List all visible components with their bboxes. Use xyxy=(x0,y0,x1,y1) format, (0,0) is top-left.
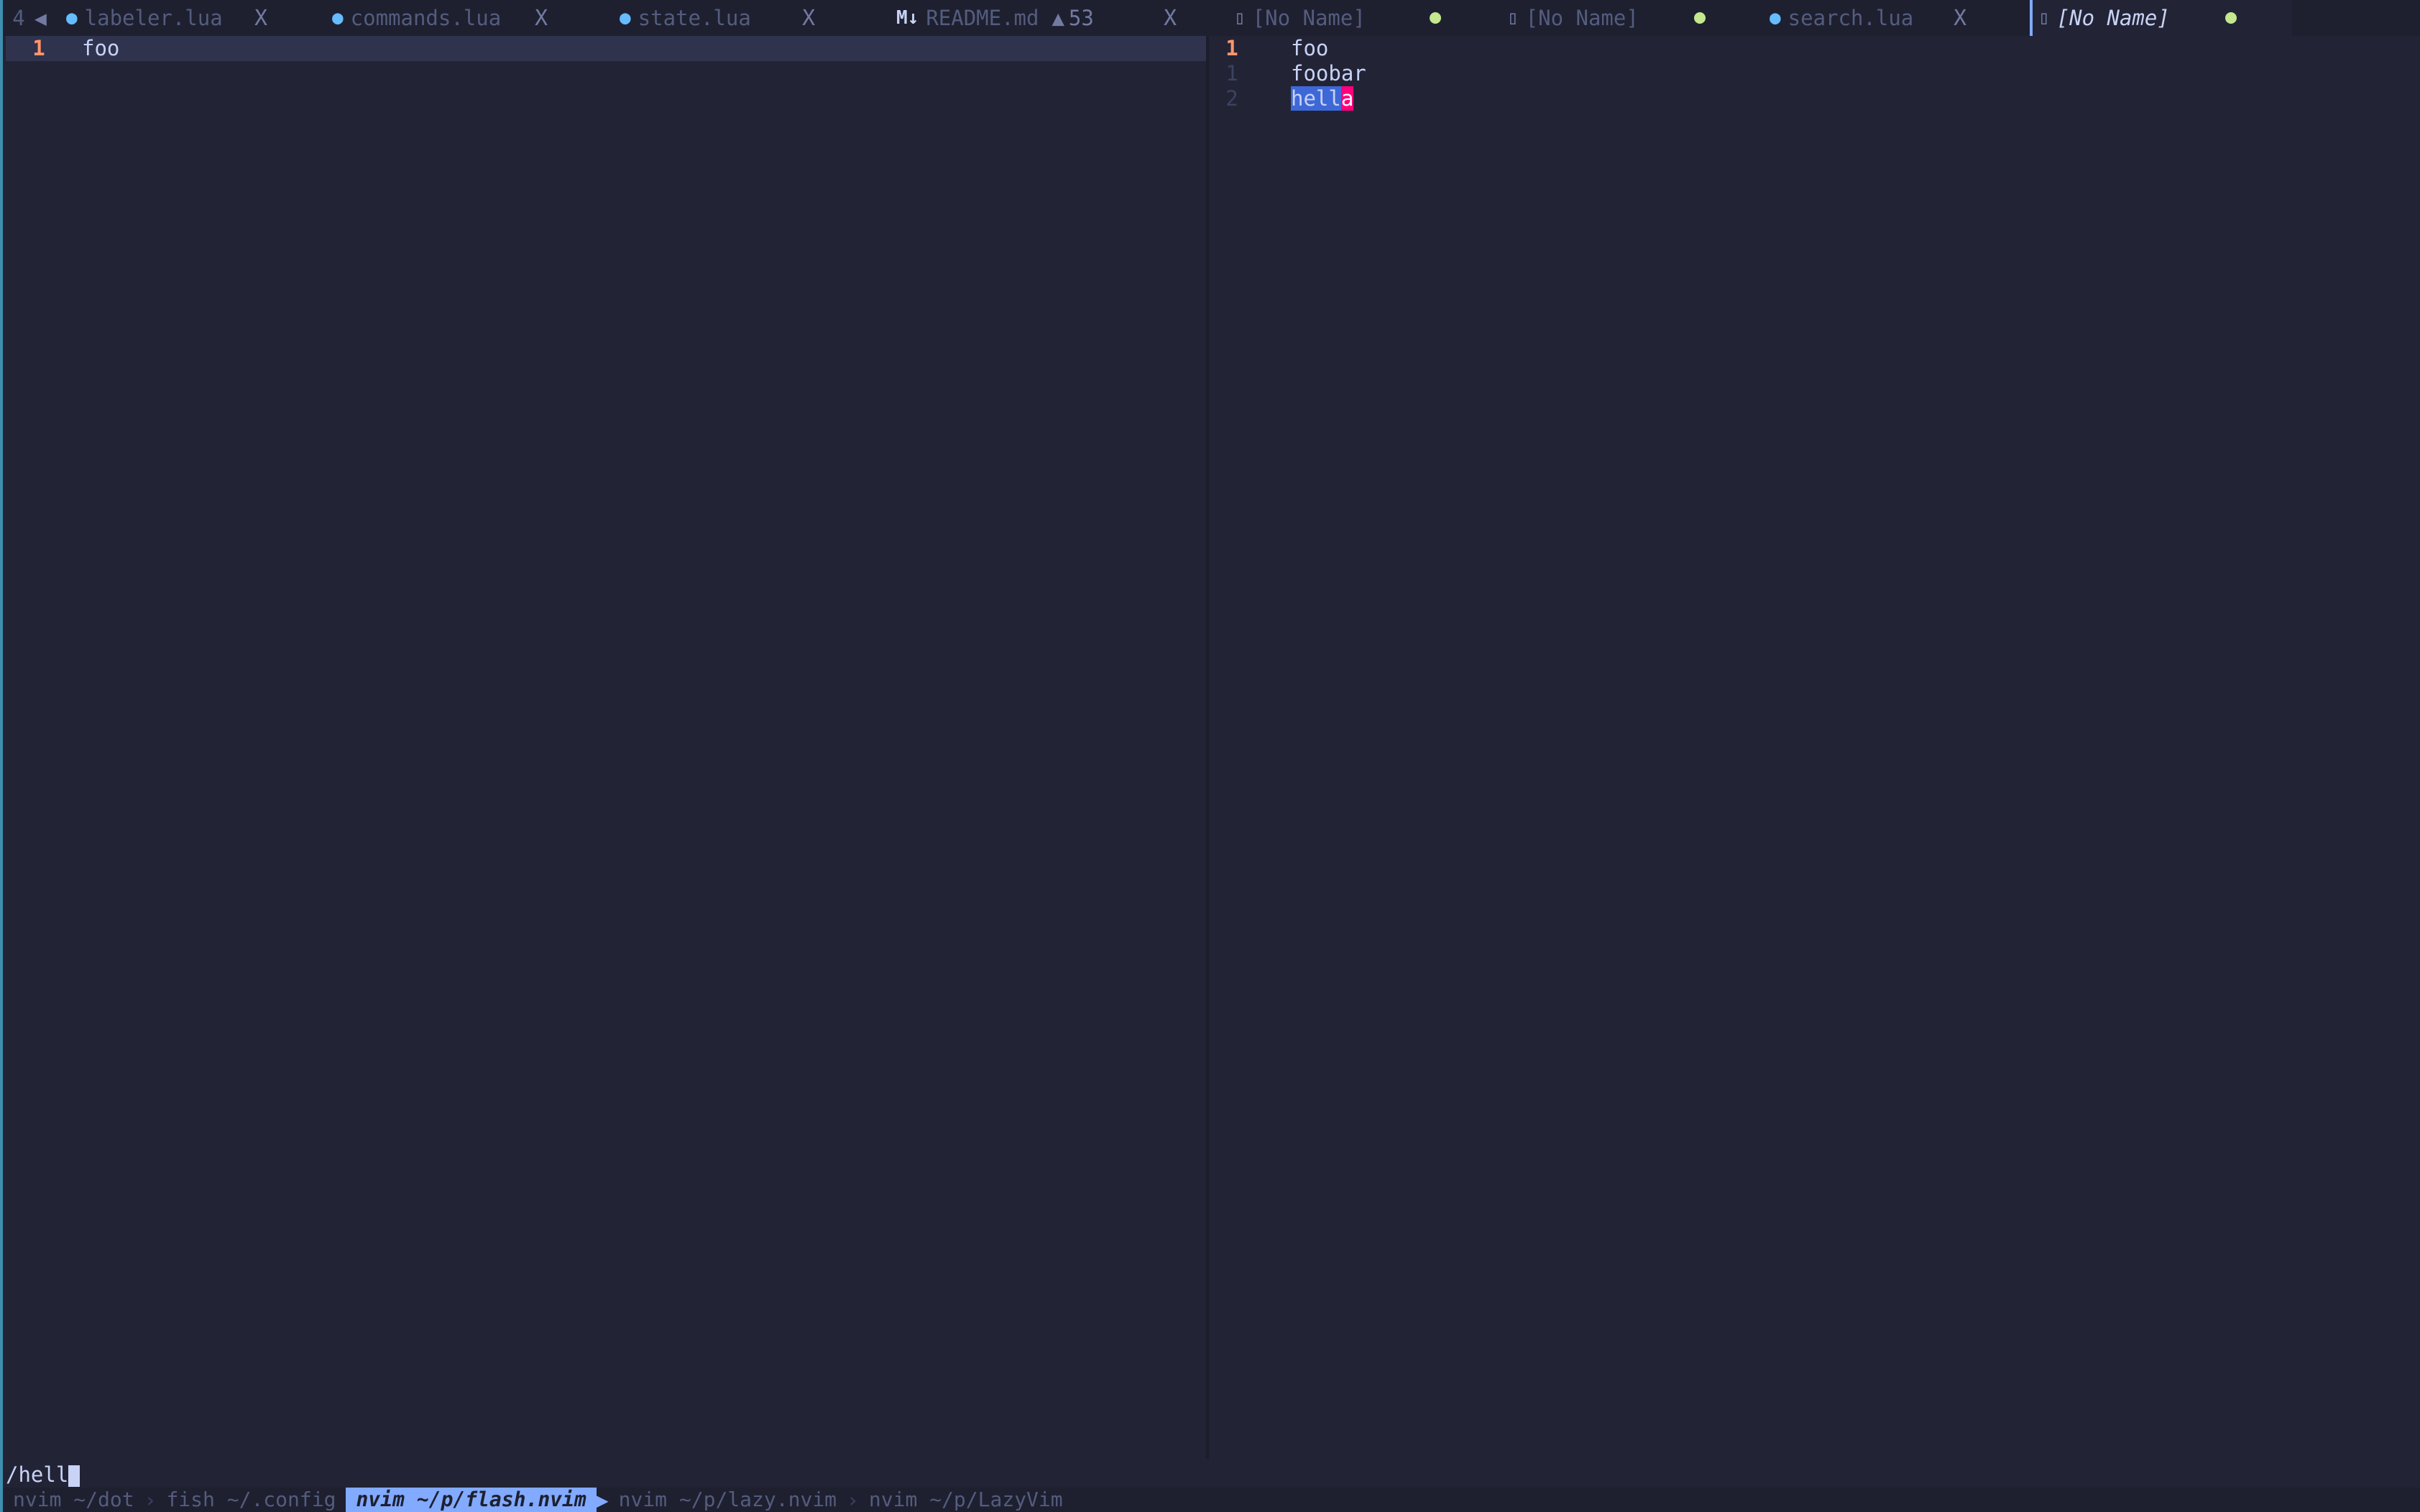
line-number: 1 xyxy=(1225,36,1238,60)
tab-separator-icon: › xyxy=(144,1488,157,1512)
buffer-tab-noname-2[interactable]: ▯ [No Name] xyxy=(1501,0,1764,36)
tab-separator-icon: ▶ xyxy=(596,1488,609,1512)
terminal-tab[interactable]: nvim ~/p/lazy.nvim xyxy=(609,1488,847,1512)
terminal-tab[interactable]: fish ~/.config xyxy=(156,1488,346,1512)
tab-label: commands.lua xyxy=(350,6,502,30)
line-text: foobar xyxy=(1291,61,1366,86)
tab-label: [No Name] xyxy=(1525,6,1639,30)
terminal-tab-bar: nvim ~/dot › fish ~/.config nvim ~/p/fla… xyxy=(3,1488,2420,1512)
file-icon: ▯ xyxy=(1507,7,1519,29)
markdown-icon: M↓ xyxy=(896,7,919,29)
right-editor-pane[interactable]: 1 foo 1 foobar 2 hella xyxy=(1210,36,2420,1459)
close-icon[interactable]: X xyxy=(535,6,548,31)
buffer-tab-commands[interactable]: ● commands.lua X xyxy=(326,0,614,36)
editor-line: 1 foo xyxy=(1210,36,2420,61)
vertical-split-divider[interactable] xyxy=(1206,36,1209,1459)
buffer-tabline: 4 ◀ ● labeler.lua X ● commands.lua X ● s… xyxy=(3,0,2420,36)
tab-label: state.lua xyxy=(638,6,751,30)
lua-icon: ● xyxy=(66,7,78,29)
editor-line: 1 foo xyxy=(6,36,1206,61)
relative-line-number: 1 xyxy=(1225,61,1238,86)
warning-icon: ▲ xyxy=(1052,6,1064,30)
left-editor-pane[interactable]: 1 foo xyxy=(6,36,1206,1459)
close-icon[interactable]: X xyxy=(1164,6,1177,31)
search-query: /hell xyxy=(6,1462,69,1487)
flash-jump-label[interactable]: a xyxy=(1340,86,1354,111)
nvim-window: 4 ◀ ● labeler.lua X ● commands.lua X ● s… xyxy=(0,0,2420,1512)
buffer-tab-labeler[interactable]: ● labeler.lua X xyxy=(60,0,326,36)
modified-dot-icon xyxy=(1694,12,1706,24)
search-match-highlight: hell xyxy=(1291,86,1341,111)
terminal-tab[interactable]: nvim ~/dot xyxy=(3,1488,144,1512)
modified-dot-icon xyxy=(1430,12,1441,24)
close-icon[interactable]: X xyxy=(254,6,267,31)
tab-label: [No Name] xyxy=(1252,6,1366,30)
buffer-tab-state[interactable]: ● state.lua X xyxy=(614,0,891,36)
buffer-tab-search[interactable]: ● search.lua X xyxy=(1764,0,2030,36)
relative-line-number: 2 xyxy=(1225,86,1238,111)
command-line[interactable]: /hell xyxy=(6,1462,80,1488)
back-arrow-icon[interactable]: ◀ xyxy=(34,6,60,30)
tab-label: README.md xyxy=(926,6,1039,30)
file-icon: ▯ xyxy=(1234,7,1246,29)
buffer-tab-noname-1[interactable]: ▯ [No Name] xyxy=(1228,0,1501,36)
terminal-tab[interactable]: nvim ~/p/LazyVim xyxy=(859,1488,1073,1512)
modified-dot-icon xyxy=(2225,12,2237,24)
tab-label: search.lua xyxy=(1788,6,1914,30)
line-number: 1 xyxy=(32,36,45,60)
line-text: hella xyxy=(1291,86,1354,111)
line-text: foo xyxy=(82,36,120,60)
buffer-tab-noname-active[interactable]: ▯ [No Name] xyxy=(2030,0,2292,36)
line-text: foo xyxy=(1291,36,1329,60)
text-cursor xyxy=(68,1465,80,1487)
buffer-count: 4 xyxy=(12,6,25,30)
editor-line: 1 foobar xyxy=(1210,61,2420,86)
tab-separator-icon: › xyxy=(847,1488,859,1512)
lua-icon: ● xyxy=(332,7,344,29)
file-icon: ▯ xyxy=(2038,7,2050,29)
editor-line: 2 hella xyxy=(1210,86,2420,111)
lua-icon: ● xyxy=(620,7,631,29)
lua-icon: ● xyxy=(1770,7,1781,29)
tab-label: [No Name] xyxy=(2056,6,2170,30)
buffer-tab-readme[interactable]: M↓ README.md ▲ 53 X xyxy=(891,0,1228,36)
close-icon[interactable]: X xyxy=(1954,6,1966,31)
warning-count: ▲ 53 xyxy=(1052,6,1094,30)
tab-label: labeler.lua xyxy=(84,6,223,30)
close-icon[interactable]: X xyxy=(802,6,815,31)
terminal-tab-active[interactable]: nvim ~/p/flash.nvim xyxy=(346,1488,597,1512)
